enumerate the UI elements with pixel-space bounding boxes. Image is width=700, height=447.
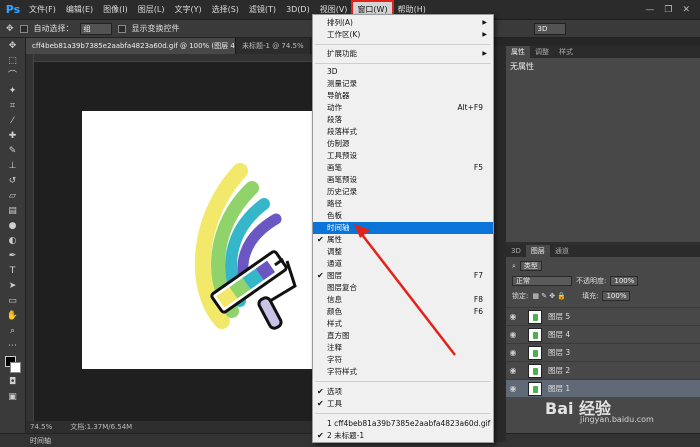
arrow-head bbox=[354, 224, 370, 238]
baidu-watermark-url: jingyan.baidu.com bbox=[580, 415, 654, 424]
annotation-arrow bbox=[354, 224, 456, 356]
arrow-line bbox=[359, 231, 456, 356]
